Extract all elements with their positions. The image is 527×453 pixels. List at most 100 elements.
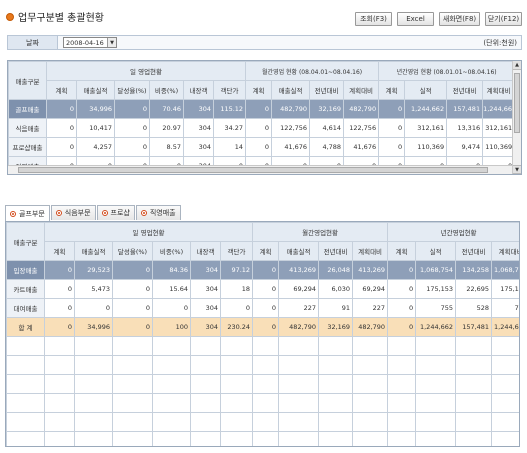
table-cell — [415, 393, 457, 413]
table-cell — [318, 355, 354, 375]
table-cell: 0 — [387, 317, 417, 337]
group-monthly: 월간영업 현황 (08.04.01~08.04.16) — [245, 61, 380, 81]
column-header: 계획대비 — [352, 241, 389, 261]
row-label: 프로샵매출 — [8, 137, 47, 157]
column-header: 전년대비 — [446, 80, 484, 100]
table-cell: 91 — [318, 298, 354, 318]
table-cell — [112, 412, 153, 432]
search-button[interactable]: 조회(F3) — [355, 12, 392, 26]
table-cell: 157,481 — [455, 317, 493, 337]
table-cell: 0 — [378, 99, 406, 119]
table-cell — [278, 431, 320, 446]
scroll-thumb[interactable] — [18, 167, 488, 173]
table-cell — [278, 374, 320, 394]
scroll-thumb[interactable] — [514, 73, 520, 133]
table-cell — [6, 336, 45, 356]
table-cell: 110,369 — [404, 137, 448, 157]
page-title: 업무구분별 총괄현황 — [6, 9, 104, 24]
table-row[interactable]: 합 계 0 34,996 0 100 304 230.24 0 482,790 32,169 482… — [6, 317, 519, 337]
tab-bar: 골프부문 식음부문 프로샵 직영매출 — [5, 205, 181, 221]
table-cell: 482,790 — [271, 99, 311, 119]
table-row[interactable]: 골프매출 0 34,996 0 70.46 304 115.12 0 482,790 32,169… — [8, 99, 516, 119]
table-row[interactable]: 카트매출 0 5,473 0 15.64 304 18 0 69,294 6,030 69,294 0… — [6, 279, 519, 299]
table-cell — [415, 336, 457, 356]
chevron-down-icon[interactable]: ▼ — [107, 38, 116, 47]
refresh-button[interactable]: 새화면(F8) — [439, 12, 480, 26]
group-yearly: 년간영업현황 — [387, 222, 519, 242]
table-cell — [219, 431, 254, 446]
table-cell — [74, 393, 113, 413]
table-cell — [152, 431, 191, 446]
column-header: 계획 — [252, 241, 280, 261]
excel-button[interactable]: Excel — [397, 12, 434, 26]
column-header: 비중(%) — [152, 241, 191, 261]
table-cell — [219, 355, 254, 375]
group-daily: 일 영업현황 — [43, 222, 254, 242]
table-cell: 157,481 — [446, 99, 484, 119]
table-cell: 110,369 — [482, 137, 516, 157]
table-cell: 10,417 — [76, 118, 115, 138]
tab-golf[interactable]: 골프부문 — [5, 205, 50, 221]
table-row[interactable]: 입장매출 0 29,523 0 84.36 304 97.12 0 413,269 26,048 4… — [6, 260, 519, 280]
table-row[interactable]: 식음매출 0 10,417 0 20.97 304 34.27 0 122,756 4,614 12… — [8, 118, 516, 138]
table-cell — [387, 355, 417, 375]
radio-icon — [55, 210, 62, 216]
table-cell — [318, 412, 354, 432]
table-cell — [152, 336, 191, 356]
table-cell — [455, 431, 493, 446]
table-row[interactable]: 프로샵매출 0 4,257 0 8.57 304 14 0 41,676 4,788 41,676 0… — [8, 137, 516, 157]
column-header: 매출실적 — [271, 80, 311, 100]
table-cell — [252, 374, 280, 394]
close-button[interactable]: 닫기(F12) — [485, 12, 522, 26]
table-cell: 0 — [112, 260, 153, 280]
tab-food[interactable]: 식음부문 — [50, 205, 96, 220]
table-cell — [252, 412, 280, 432]
top-grid: 매출구분 일 영업현황 월간영업 현황 (08.04.01~08.04.16) … — [7, 60, 522, 175]
table-row[interactable]: 대여매출000030400227912270755528755 — [6, 298, 519, 318]
tab-direct[interactable]: 직영매출 — [135, 205, 181, 220]
table-cell: 0 — [252, 260, 280, 280]
table-cell — [112, 355, 153, 375]
table-cell: 41,676 — [343, 137, 380, 157]
table-cell — [278, 336, 320, 356]
table-cell — [74, 355, 113, 375]
table-cell — [415, 374, 457, 394]
empty-row — [6, 393, 519, 413]
table-cell — [415, 355, 457, 375]
table-cell — [44, 431, 75, 446]
table-cell — [190, 412, 221, 432]
table-cell: 1,244,662 — [415, 317, 457, 337]
table-cell: 0 — [152, 298, 191, 318]
table-cell: 1,244,662 — [404, 99, 448, 119]
row-label: 카트매출 — [6, 279, 45, 299]
top-grid-horizontal-scrollbar[interactable] — [8, 165, 512, 174]
table-cell: 97.12 — [219, 260, 254, 280]
scroll-down-icon[interactable]: ▼ — [513, 165, 521, 174]
scroll-up-icon[interactable]: ▲ — [513, 61, 521, 70]
empty-row — [6, 374, 519, 394]
tab-proshop[interactable]: 프로샵 — [96, 205, 135, 220]
table-cell: 6,030 — [318, 279, 354, 299]
empty-row — [6, 431, 519, 446]
column-header: 객단가 — [212, 80, 247, 100]
table-cell — [278, 412, 320, 432]
table-cell: 175,153 — [415, 279, 457, 299]
table-cell: 304 — [183, 99, 214, 119]
table-cell — [112, 431, 153, 446]
table-cell — [6, 412, 45, 432]
date-select[interactable]: 2008-04-16 ▼ — [63, 37, 117, 48]
table-cell: 0 — [44, 260, 75, 280]
table-cell — [219, 374, 254, 394]
table-cell: 32,169 — [309, 99, 345, 119]
column-header: 매출실적 — [76, 80, 115, 100]
table-cell: 69,294 — [278, 279, 320, 299]
table-cell — [352, 355, 389, 375]
top-grid-vertical-scrollbar[interactable]: ▲ ▼ — [512, 61, 521, 174]
table-cell: 304 — [183, 137, 214, 157]
table-cell: 175,153 — [491, 279, 519, 299]
table-cell: 482,790 — [352, 317, 389, 337]
column-header: 비중(%) — [149, 80, 184, 100]
table-cell: 0 — [387, 260, 417, 280]
table-cell — [74, 412, 113, 432]
table-cell: 413,269 — [278, 260, 320, 280]
